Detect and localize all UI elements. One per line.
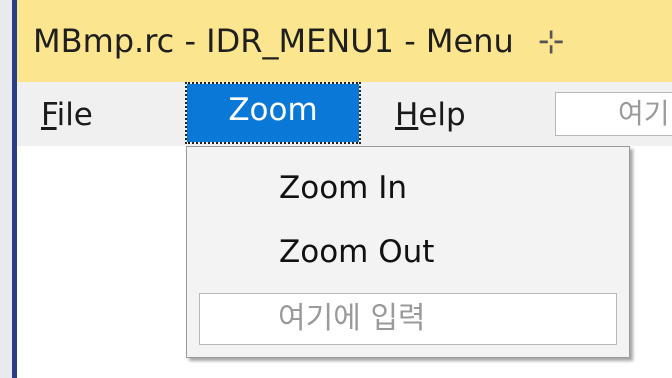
- menu-file-accelerator: F: [41, 97, 57, 133]
- menu-zoom-label: Zoom: [228, 92, 318, 128]
- menu-type-here-input[interactable]: 여기: [555, 92, 672, 136]
- menu-bar: File Zoom Help 여기: [17, 82, 672, 146]
- dropdown-type-here-input[interactable]: 여기에 입력: [199, 293, 617, 345]
- menu-item-zoom-in[interactable]: Zoom In: [279, 163, 407, 213]
- pin-icon[interactable]: ⊹: [538, 22, 565, 60]
- menu-item-zoom-out[interactable]: Zoom Out: [279, 227, 434, 277]
- menu-help-label: elp: [418, 97, 466, 133]
- menu-help-accelerator: H: [395, 97, 419, 133]
- tab-title-text: MBmp.rc - IDR_MENU1 - Menu: [33, 22, 514, 60]
- menu-zoom[interactable]: Zoom: [185, 82, 361, 144]
- menu-file[interactable]: File: [33, 88, 101, 142]
- zoom-dropdown-menu: Zoom In Zoom Out 여기에 입력: [186, 146, 630, 358]
- menu-file-label: ile: [56, 97, 93, 133]
- document-tab-title[interactable]: MBmp.rc - IDR_MENU1 - Menu ⊹: [17, 0, 672, 82]
- window-left-border: [0, 0, 17, 378]
- menu-help[interactable]: Help: [387, 88, 474, 142]
